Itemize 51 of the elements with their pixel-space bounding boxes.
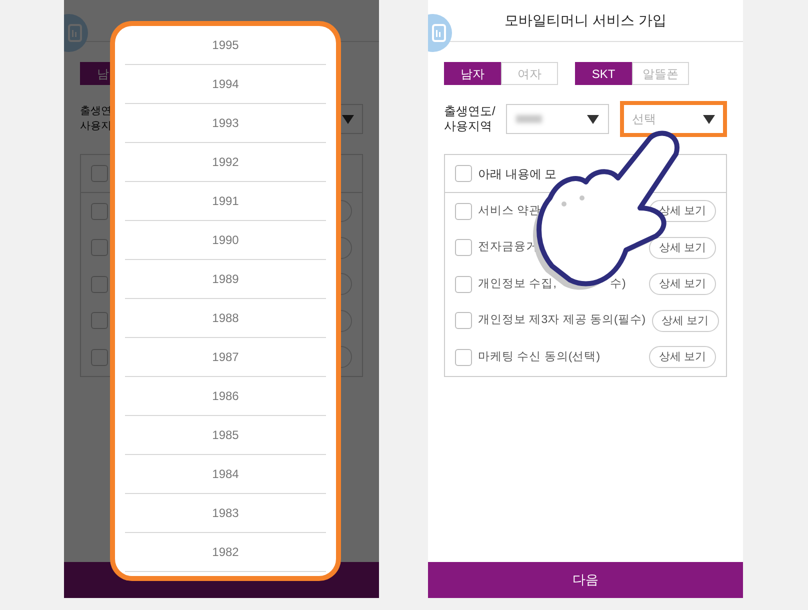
agreement-label: 수) [610, 276, 626, 292]
checkbox[interactable] [455, 348, 472, 366]
detail-button[interactable]: 상세 보기 [649, 273, 716, 296]
agree-all-label: 아래 내용에 모 [478, 166, 557, 182]
dropdown-arrow-icon [703, 114, 715, 124]
field-label: 출생연도/ [444, 104, 496, 119]
agreement-label: 서비스 약관 [478, 204, 542, 219]
year-option[interactable]: 1995 [125, 26, 326, 65]
agreement-label: 개인정보 수집, [478, 276, 556, 292]
checkbox[interactable] [455, 239, 472, 256]
year-option[interactable]: 1986 [125, 377, 326, 416]
segment-tab[interactable]: 남자 [444, 62, 501, 85]
checkbox[interactable] [455, 165, 472, 182]
checkbox[interactable] [91, 239, 108, 256]
year-option[interactable]: 1993 [125, 104, 326, 143]
year-select[interactable] [506, 104, 609, 134]
checkbox[interactable] [91, 312, 108, 330]
year-option[interactable]: 1994 [125, 65, 326, 104]
checkbox[interactable] [91, 276, 108, 293]
year-option[interactable]: 1984 [125, 455, 326, 494]
checkbox[interactable] [455, 276, 472, 293]
field-label: 출생연 [80, 104, 112, 119]
field-label: 사용지 [80, 119, 112, 134]
next-button[interactable]: 다음 [428, 562, 743, 598]
checkbox[interactable] [91, 348, 108, 366]
checkbox[interactable] [91, 165, 108, 182]
year-option[interactable]: 1982 [125, 533, 326, 572]
year-option[interactable]: 1988 [125, 299, 326, 338]
checkbox[interactable] [91, 202, 108, 220]
agreement-label: 전자금융거 [478, 240, 538, 256]
detail-button[interactable]: 상세 보기 [649, 346, 716, 368]
year-option[interactable]: 1989 [125, 260, 326, 299]
year-option[interactable]: 1992 [125, 143, 326, 182]
segment-tab[interactable]: SKT [575, 62, 632, 85]
year-option[interactable]: 1987 [125, 338, 326, 377]
dropdown-arrow-icon [587, 114, 599, 124]
checkbox[interactable] [455, 202, 472, 220]
screen-title: 모바일티머니 서비스 가입 [504, 11, 666, 30]
blurred-value [516, 115, 542, 123]
detail-button[interactable]: 상세 보기 [652, 310, 719, 332]
field-label: 사용지역 [444, 119, 493, 134]
year-option[interactable]: 1991 [125, 182, 326, 221]
year-option[interactable]: 1983 [125, 494, 326, 533]
dropdown-arrow-icon [342, 114, 354, 124]
year-option[interactable]: 1990 [125, 221, 326, 260]
agreement-label: 마케팅 수신 동의(선택) [478, 350, 600, 365]
detail-button[interactable]: 상세 보기 [649, 236, 716, 259]
region-select[interactable]: 선택 [623, 104, 724, 134]
checkbox[interactable] [455, 312, 472, 330]
agreement-label: 개인정보 제3자 제공 동의(필수) [478, 313, 646, 328]
year-option[interactable]: 1985 [125, 416, 326, 455]
